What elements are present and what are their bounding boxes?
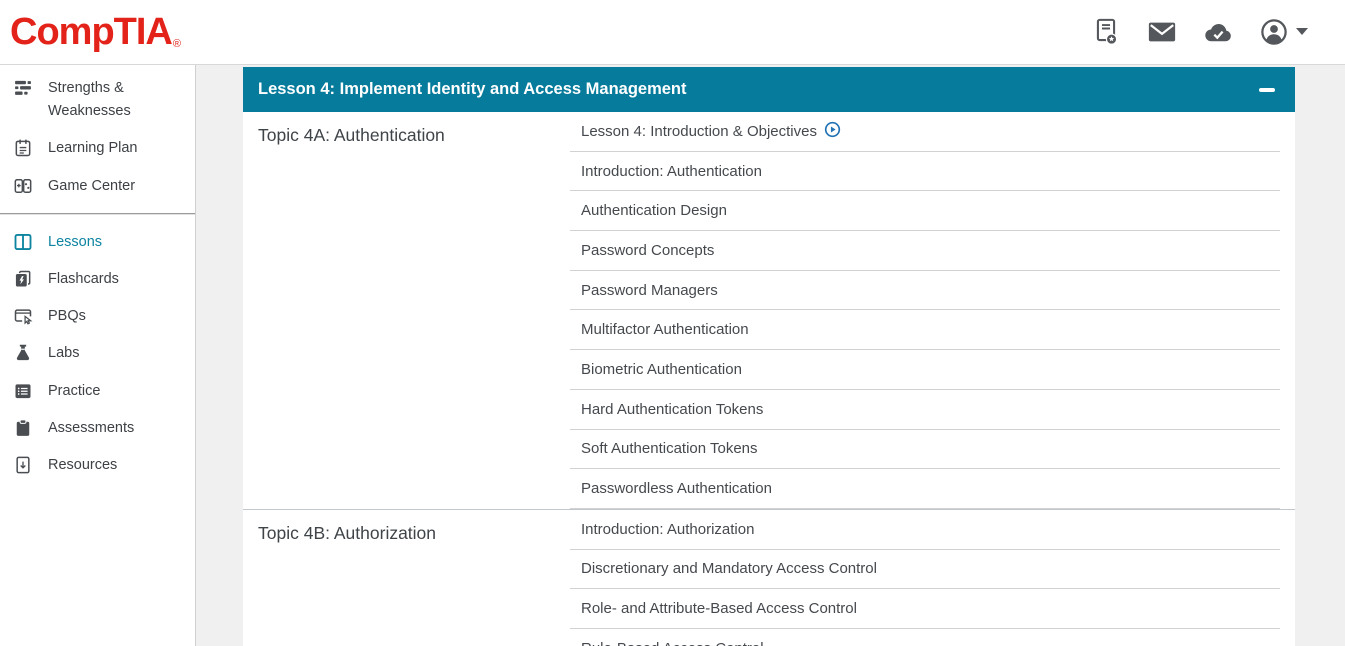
- sidebar-item-label: Game Center: [48, 175, 135, 198]
- score-report-icon[interactable]: [1091, 17, 1121, 47]
- lesson-item[interactable]: Passwordless Authentication: [570, 469, 1280, 509]
- lesson-item[interactable]: Introduction: Authentication: [570, 152, 1280, 192]
- topic-section-4b: Topic 4B: Authorization Introduction: Au…: [243, 509, 1295, 646]
- main-layout: Strengths & Weaknesses Learning Plan: [0, 65, 1345, 646]
- lesson-item-label: Hard Authentication Tokens: [581, 401, 763, 418]
- topic-section-4a: Topic 4A: Authentication Lesson 4: Intro…: [243, 112, 1295, 509]
- lesson-item[interactable]: Introduction: Authorization: [570, 510, 1280, 550]
- sidebar-item-lessons[interactable]: Lessons: [0, 224, 195, 261]
- resources-icon: [13, 455, 33, 475]
- lesson-item-label: Password Managers: [581, 282, 718, 299]
- mail-icon[interactable]: [1147, 17, 1177, 47]
- topic-title: Topic 4A: Authentication: [243, 112, 570, 509]
- sidebar-item-label: Flashcards: [48, 268, 119, 291]
- lesson-item[interactable]: Hard Authentication Tokens: [570, 390, 1280, 430]
- sidebar-item-practice[interactable]: Practice: [0, 373, 195, 410]
- lesson-item-label: Biometric Authentication: [581, 361, 742, 378]
- lesson-item-label: Rule-Based Access Control: [581, 640, 764, 646]
- page: CompTIA ®: [0, 0, 1345, 646]
- sidebar-item-label: Practice: [48, 380, 100, 403]
- cloud-sync-icon[interactable]: [1203, 17, 1233, 47]
- sidebar-item-label: Strengths & Weaknesses: [48, 77, 166, 123]
- sidebar-item-label: Learning Plan: [48, 137, 138, 160]
- lesson-item-label: Authentication Design: [581, 202, 727, 219]
- sidebar-item-label: Lessons: [48, 231, 102, 254]
- sidebar-item-game-center[interactable]: Game Center: [0, 168, 195, 205]
- lesson-item[interactable]: Rule-Based Access Control: [570, 629, 1280, 646]
- minus-icon: [1259, 88, 1275, 92]
- sidebar-item-label: PBQs: [48, 305, 86, 328]
- header-icon-group: [1091, 17, 1309, 47]
- flashcards-icon: [13, 269, 33, 289]
- lesson-item[interactable]: Multifactor Authentication: [570, 310, 1280, 350]
- learning-plan-icon: [13, 138, 33, 158]
- lesson-title: Lesson 4: Implement Identity and Access …: [258, 80, 687, 99]
- sidebar-item-label: Assessments: [48, 417, 134, 440]
- sidebar-item-labs[interactable]: Labs: [0, 335, 195, 372]
- lesson-item-label: Discretionary and Mandatory Access Contr…: [581, 560, 877, 577]
- topic-item-list: Introduction: Authorization Discretionar…: [570, 510, 1280, 646]
- logo-text: CompTIA: [10, 13, 172, 51]
- sidebar-divider: [0, 213, 195, 215]
- strengths-weaknesses-icon: [13, 78, 33, 98]
- lessons-icon: [13, 232, 33, 252]
- lesson-item[interactable]: Biometric Authentication: [570, 350, 1280, 390]
- collapse-button[interactable]: [1255, 78, 1279, 102]
- practice-icon: [13, 381, 33, 401]
- lesson-item[interactable]: Soft Authentication Tokens: [570, 430, 1280, 470]
- comptia-logo: CompTIA ®: [10, 13, 181, 51]
- lesson-item[interactable]: Authentication Design: [570, 191, 1280, 231]
- lesson-item-label: Soft Authentication Tokens: [581, 440, 758, 457]
- lesson-item[interactable]: Password Concepts: [570, 231, 1280, 271]
- account-icon[interactable]: [1259, 17, 1289, 47]
- lesson-item-label: Role- and Attribute-Based Access Control: [581, 600, 857, 617]
- registered-mark: ®: [173, 39, 181, 50]
- lesson-panel: Lesson 4: Implement Identity and Access …: [243, 67, 1295, 646]
- game-center-icon: [13, 176, 33, 196]
- assessments-icon: [13, 418, 33, 438]
- lesson-item-label: Password Concepts: [581, 242, 714, 259]
- sidebar-item-label: Labs: [48, 342, 79, 365]
- sidebar-item-flashcards[interactable]: Flashcards: [0, 261, 195, 298]
- lesson-item-label: Lesson 4: Introduction & Objectives: [581, 123, 817, 140]
- lesson-item[interactable]: Password Managers: [570, 271, 1280, 311]
- lesson-item[interactable]: Discretionary and Mandatory Access Contr…: [570, 550, 1280, 590]
- lesson-item-label: Multifactor Authentication: [581, 321, 749, 338]
- lesson-item[interactable]: Role- and Attribute-Based Access Control: [570, 589, 1280, 629]
- play-circle-icon[interactable]: [824, 121, 841, 142]
- lesson-item-label: Introduction: Authorization: [581, 521, 754, 538]
- sidebar-item-resources[interactable]: Resources: [0, 447, 195, 484]
- account-menu[interactable]: [1259, 17, 1309, 47]
- sidebar-item-assessments[interactable]: Assessments: [0, 410, 195, 447]
- caret-down-icon[interactable]: [1295, 23, 1309, 41]
- lesson-item[interactable]: Lesson 4: Introduction & Objectives: [570, 112, 1280, 152]
- sidebar-item-label: Resources: [48, 454, 117, 477]
- sidebar-item-pbqs[interactable]: PBQs: [0, 298, 195, 335]
- sidebar: Strengths & Weaknesses Learning Plan: [0, 65, 196, 646]
- lesson-item-label: Introduction: Authentication: [581, 163, 762, 180]
- sidebar-item-learning-plan[interactable]: Learning Plan: [0, 130, 195, 167]
- content-area: Lesson 4: Implement Identity and Access …: [196, 65, 1345, 646]
- sidebar-item-strengths-weaknesses[interactable]: Strengths & Weaknesses: [0, 70, 195, 130]
- pbqs-icon: [13, 306, 33, 326]
- topic-title: Topic 4B: Authorization: [243, 510, 570, 646]
- topic-item-list: Lesson 4: Introduction & Objectives Intr…: [570, 112, 1280, 509]
- top-header: CompTIA ®: [0, 0, 1345, 65]
- lesson-header[interactable]: Lesson 4: Implement Identity and Access …: [243, 67, 1295, 112]
- lesson-item-label: Passwordless Authentication: [581, 480, 772, 497]
- labs-icon: [13, 343, 33, 363]
